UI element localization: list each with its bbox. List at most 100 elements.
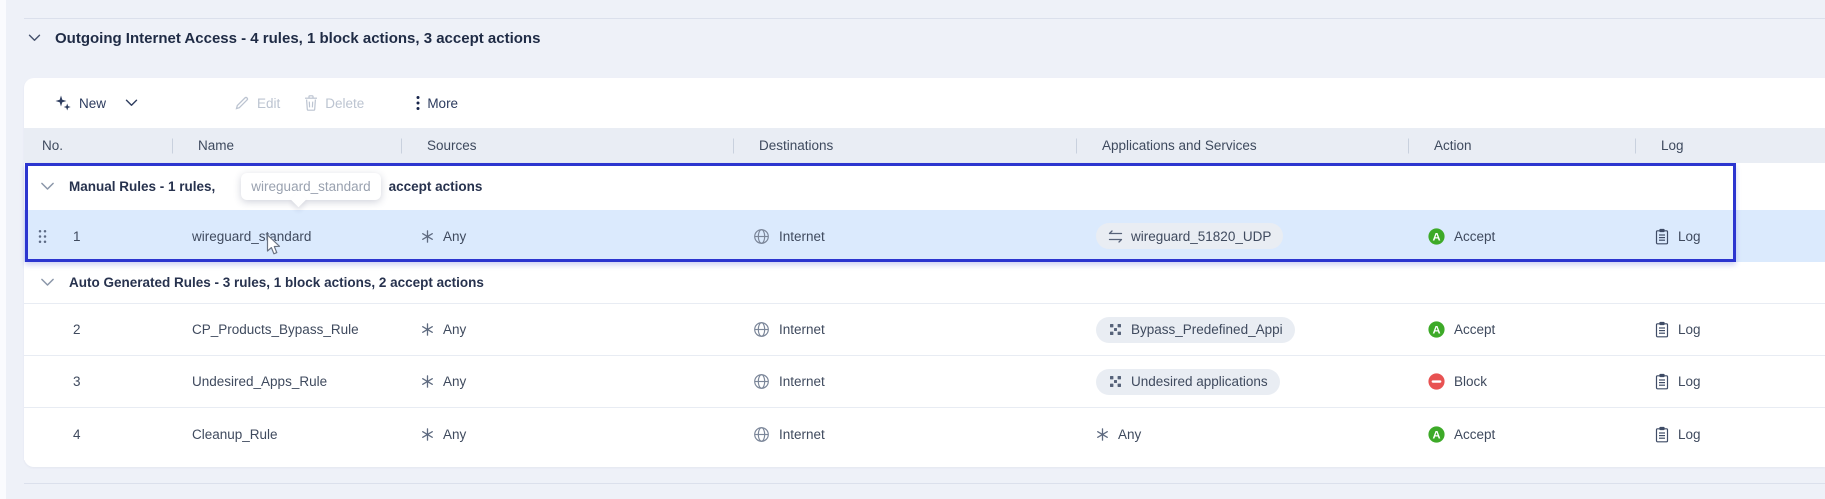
sources-cell: Any [401,374,733,389]
action-cell: AAccept [1408,228,1635,245]
action-cell: A Accept [1408,426,1635,443]
delete-button-label: Delete [325,96,364,111]
log-cell: Log [1635,228,1825,245]
table-header-row: No. Name Sources Destinations Applicatio… [24,128,1825,163]
asterisk-icon [421,375,434,388]
table-body: Manual Rules - 1 rules, wireguard_standar… [24,163,1825,460]
rule-number: 1 [73,229,81,244]
name-cell: wireguard_standard [172,229,401,244]
group-label: Manual Rules - 1 rules, [69,179,215,194]
svg-text:A: A [1432,429,1440,441]
rulebase-toolbar: New Edit Delete More [24,78,1825,128]
rule-row-4[interactable]: 4 Cleanup_Rule Any Internet Any A Accept Log [24,408,1825,460]
more-button[interactable]: More [416,95,458,111]
app-grid-icon [1108,322,1123,337]
application-name: wireguard_51820_UDP [1131,229,1271,244]
rule-number: 3 [73,374,81,389]
clipboard-icon [1655,228,1669,245]
asterisk-icon [421,230,434,243]
application-pill[interactable]: Undesired applications [1096,369,1280,395]
globe-icon [753,373,770,390]
column-header-action: Action [1408,128,1635,163]
sources-value: Any [443,229,466,244]
group-row[interactable]: Manual Rules - 1 rules, wireguard_standar… [24,163,1825,210]
svg-text:A: A [1432,324,1440,336]
new-button[interactable]: New [54,94,138,112]
tooltip: wireguard_standard [241,173,380,200]
accept-icon: A [1428,426,1445,443]
log-cell: Log [1635,321,1825,338]
rule-name: Cleanup_Rule [192,427,278,442]
sources-value: Any [443,374,466,389]
destinations-cell: Internet [733,321,1076,338]
bottom-divider [24,483,1825,484]
name-cell: CP_Products_Bypass_Rule [172,322,401,337]
block-icon [1428,373,1445,390]
application-name: Undesired applications [1131,374,1268,389]
action-value: Accept [1454,322,1495,337]
log-value: Log [1678,427,1701,442]
action-cell: Block [1408,373,1635,390]
pencil-icon [234,95,250,111]
clipboard-icon [1655,373,1669,390]
trash-icon [304,95,318,111]
name-cell: Undesired_Apps_Rule [172,374,401,389]
no-cell: 2 [24,322,172,337]
column-header-log: Log [1635,128,1825,163]
application-name: Any [1118,427,1141,442]
clipboard-icon [1655,426,1669,443]
chevron-group-icon[interactable] [40,182,55,191]
application-pill[interactable]: wireguard_51820_UDP [1096,223,1283,249]
action-value: Block [1454,374,1487,389]
no-cell: 1 [24,229,172,244]
policy-section-header[interactable]: Outgoing Internet Access - 4 rules, 1 bl… [28,26,540,50]
rule-row-2[interactable]: 2 CP_Products_Bypass_Rule Any Internet Bypas… [24,304,1825,356]
chevron-down-icon [125,99,138,107]
destinations-cell: Internet [733,426,1076,443]
rule-number: 2 [73,322,81,337]
no-cell: 4 [24,427,172,442]
rule-row-1[interactable]: 1 wireguard_standard Any Internet wireguard_… [24,210,1825,262]
log-cell: Log [1635,373,1825,390]
chevron-group-icon[interactable] [40,278,55,287]
chevron-down-icon[interactable] [28,34,41,42]
left-edge-strip [0,0,6,499]
group-label: Auto Generated Rules - 3 rules, 1 block … [69,275,484,290]
destinations-cell: Internet [733,228,1076,245]
edit-button[interactable]: Edit [234,95,280,111]
no-cell: 3 [24,374,172,389]
group-label-suffix: accept actions [389,179,483,194]
accept-icon: A [1428,321,1445,338]
drag-handle-icon[interactable] [38,229,47,244]
action-value: Accept [1454,427,1495,442]
globe-icon [753,228,770,245]
sources-value: Any [443,322,466,337]
applications-cell: wireguard_51820_UDP [1076,223,1408,249]
sources-cell: Any [401,427,733,442]
destinations-value: Internet [779,374,825,389]
swap-arrows-icon [1108,230,1123,243]
more-button-label: More [427,96,458,111]
kebab-menu-icon [416,95,420,111]
edit-button-label: Edit [257,96,280,111]
log-cell: Log [1635,426,1825,443]
rule-name: Undesired_Apps_Rule [192,374,327,389]
rule-number: 4 [73,427,81,442]
column-header-name: Name [172,128,401,163]
action-value: Accept [1454,229,1495,244]
sources-value: Any [443,427,466,442]
sources-cell: Any [401,229,733,244]
rule-name: CP_Products_Bypass_Rule [192,322,359,337]
log-value: Log [1678,374,1701,389]
group-row[interactable]: Auto Generated Rules - 3 rules, 1 block … [24,262,1825,304]
new-button-label: New [79,96,106,111]
log-value: Log [1678,322,1701,337]
globe-icon [753,426,770,443]
sparkle-icon [54,94,72,112]
rule-row-3[interactable]: 3 Undesired_Apps_Rule Any Internet Undesired… [24,356,1825,408]
globe-icon [753,321,770,338]
delete-button[interactable]: Delete [304,95,364,111]
application-name: Bypass_Predefined_Appi [1131,322,1283,337]
action-cell: A Accept [1408,321,1635,338]
application-pill[interactable]: Bypass_Predefined_Appi [1096,317,1295,343]
